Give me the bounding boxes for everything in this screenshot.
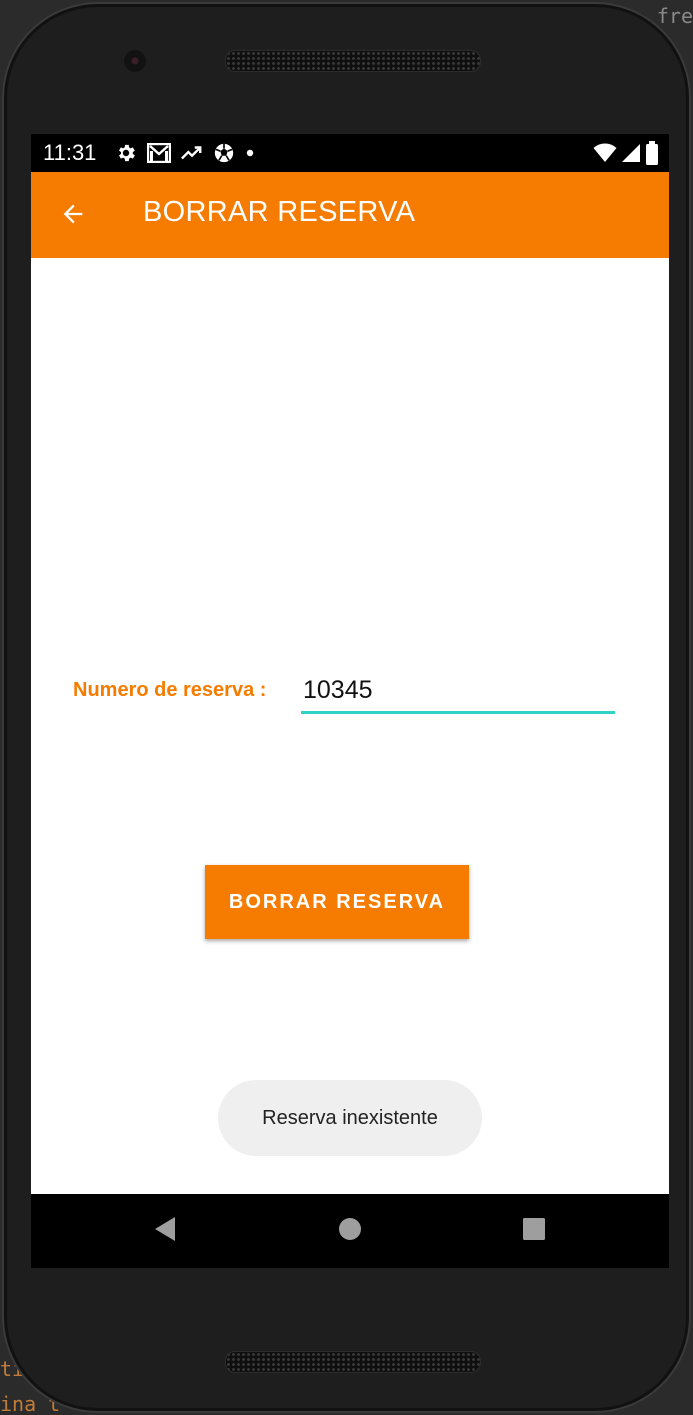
phone-screen: 11:31 BORRAR RESERVA Numero de reserva:… — [31, 134, 669, 1268]
cell-signal-icon — [621, 143, 641, 163]
nav-home-button[interactable] — [333, 1214, 367, 1248]
navigation-bar — [31, 1194, 669, 1268]
soccer-ball-icon — [213, 142, 235, 164]
bottom-speaker — [225, 1351, 481, 1373]
earpiece-speaker — [225, 50, 481, 72]
status-bar: 11:31 — [31, 134, 669, 172]
gmail-icon — [147, 143, 171, 163]
toast-message: Reserva inexistente — [218, 1080, 482, 1156]
front-camera — [124, 50, 146, 72]
status-notification-icons — [115, 140, 255, 166]
back-triangle-icon — [153, 1216, 177, 1246]
gear-icon — [115, 142, 137, 164]
wifi-icon — [593, 143, 617, 163]
delete-reservation-button[interactable]: BORRAR RESERVA — [205, 865, 469, 939]
battery-icon — [645, 141, 659, 165]
reservation-number-input[interactable] — [301, 670, 615, 714]
app-bar: BORRAR RESERVA — [31, 172, 669, 258]
back-button[interactable] — [53, 196, 93, 236]
home-circle-icon — [338, 1217, 362, 1245]
backdrop-text-fragment: fre — [656, 4, 693, 28]
arrow-back-icon — [59, 200, 87, 232]
reservation-number-label: Numero de reserva : — [73, 679, 267, 701]
toast-text: Reserva inexistente — [262, 1106, 438, 1129]
nav-recents-button[interactable] — [517, 1214, 551, 1248]
recents-square-icon — [522, 1217, 546, 1245]
dot-icon — [245, 148, 255, 158]
page-title: BORRAR RESERVA — [143, 196, 416, 228]
trending-icon — [181, 144, 203, 162]
status-system-icons — [593, 141, 659, 165]
nav-back-button[interactable] — [148, 1214, 182, 1248]
status-time: 11:31 — [43, 140, 97, 165]
